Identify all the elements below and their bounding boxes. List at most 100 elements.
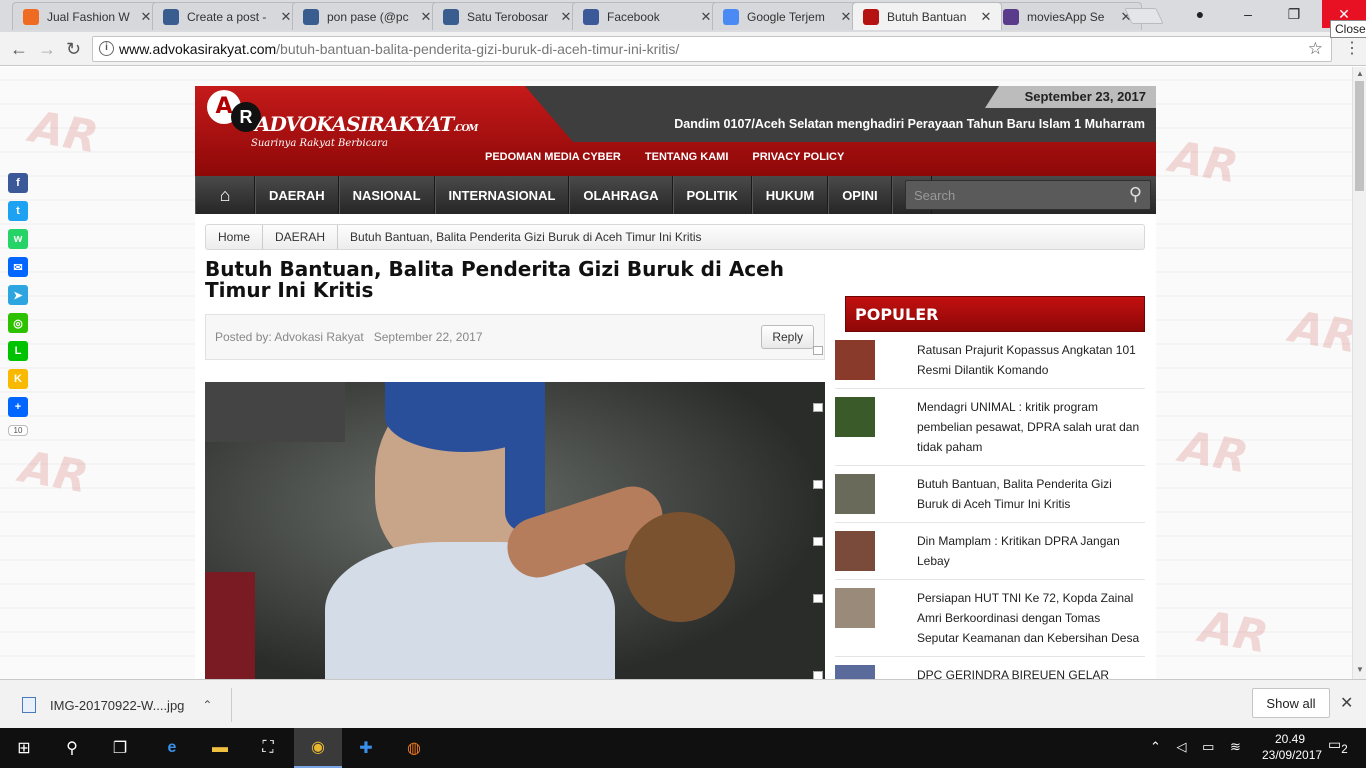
scroll-up-icon[interactable]: ▲ (1356, 69, 1364, 78)
popular-item[interactable]: Butuh Bantuan, Balita Penderita Gizi Bur… (813, 466, 1145, 523)
profile-icon[interactable]: ● (1178, 0, 1222, 28)
browser-tab[interactable]: Butuh Bantuan ✕ (852, 2, 1002, 30)
store-icon[interactable]: ⛶ (244, 728, 292, 768)
top-link[interactable]: PEDOMAN MEDIA CYBER (485, 151, 621, 163)
back-icon[interactable]: ← (10, 39, 28, 60)
twitter-share-icon[interactable]: t (8, 201, 28, 221)
popular-thumbnail[interactable] (835, 340, 875, 380)
popular-item[interactable]: Din Mamplam : Kritikan DPRA Jangan Lebay (813, 523, 1145, 580)
tab-close-icon[interactable]: ✕ (279, 9, 293, 25)
tab-close-icon[interactable]: ✕ (559, 9, 573, 25)
system-tray[interactable]: ⌃ ◁ ▭ ≋ (1150, 739, 1247, 755)
line-share-icon[interactable]: L (8, 341, 28, 361)
telegram-share-icon[interactable]: ➤ (8, 285, 28, 305)
tab-close-icon[interactable]: ✕ (419, 9, 433, 25)
file-explorer-icon[interactable]: ▬ (196, 728, 244, 768)
chrome-icon[interactable]: ◉ (294, 728, 342, 768)
tab-close-icon[interactable]: ✕ (839, 9, 853, 25)
bookmark-star-icon[interactable]: ☆ (1308, 39, 1323, 59)
firefox-icon[interactable]: ◍ (390, 728, 438, 768)
breadcrumb-category[interactable]: DAERAH (263, 225, 339, 249)
browser-tab[interactable]: pon pase (@pc ✕ (292, 2, 442, 30)
tab-close-icon[interactable]: ✕ (979, 9, 993, 25)
popular-item[interactable]: Ratusan Prajurit Kopassus Angkatan 101 R… (813, 332, 1145, 389)
nav-item-internasional[interactable]: INTERNASIONAL (434, 176, 570, 214)
wordpress-icon (303, 8, 319, 25)
popular-thumbnail[interactable] (835, 588, 875, 628)
new-tab-button[interactable] (1124, 8, 1164, 24)
browser-tab[interactable]: Satu Terobosar ✕ (432, 2, 582, 30)
news-ticker[interactable]: Dandim 0107/Aceh Selatan menghadiri Pera… (575, 117, 1145, 131)
tab-close-icon[interactable]: ✕ (139, 9, 153, 25)
reply-button[interactable]: Reply (761, 325, 814, 349)
forward-icon[interactable]: → (38, 39, 56, 60)
minimize-button[interactable]: – (1226, 0, 1270, 28)
browser-tab[interactable]: Create a post - ✕ (152, 2, 302, 30)
download-item[interactable]: IMG-20170922-W....jpg ⌃ (14, 688, 232, 722)
popular-title[interactable]: Mendagri UNIMAL : kritik program pembeli… (917, 397, 1145, 457)
search-icon[interactable]: ⚲ (48, 728, 96, 768)
browser-tab[interactable]: Facebook ✕ (572, 2, 722, 30)
url-host: www.advokasirakyat.com (119, 41, 277, 57)
chevron-up-icon[interactable]: ⌃ (202, 698, 212, 712)
maximize-button[interactable]: ❐ (1272, 0, 1316, 28)
reload-icon[interactable]: ↻ (66, 39, 81, 60)
browser-tab[interactable]: Google Terjem ✕ (712, 2, 862, 30)
popular-item[interactable]: DPC GERINDRA BIREUEN GELAR RAPAT KONSOLI… (813, 657, 1145, 679)
windows-start-icon[interactable]: ⊞ (0, 728, 48, 768)
site-info-icon[interactable]: i (99, 41, 114, 56)
page-scrollbar[interactable]: ▲ ▼ (1352, 67, 1366, 679)
popular-thumbnail[interactable] (835, 397, 875, 437)
popular-title[interactable]: Ratusan Prajurit Kopassus Angkatan 101 R… (917, 340, 1145, 380)
clock[interactable]: 20.49 23/09/2017 (1262, 731, 1322, 763)
site-logo[interactable]: A R ADVOKASIRAKYAT.COM Suarinya Rakyat B… (207, 90, 478, 162)
home-icon[interactable]: ⌂ (195, 176, 255, 214)
email-share-icon[interactable]: ✉ (8, 257, 28, 277)
popular-thumbnail[interactable] (835, 474, 875, 514)
header-date: September 23, 2017 (985, 86, 1156, 108)
nav-item-politik[interactable]: POLITIK (672, 176, 752, 214)
address-bar[interactable]: i www.advokasirakyat.com/butuh-bantuan-b… (92, 36, 1332, 62)
popular-title[interactable]: Din Mamplam : Kritikan DPRA Jangan Lebay (917, 531, 1145, 571)
top-link[interactable]: PRIVACY POLICY (752, 151, 844, 163)
tab-title: Butuh Bantuan (887, 9, 967, 24)
breadcrumb-home[interactable]: Home (206, 225, 264, 249)
article-photo[interactable] (205, 382, 825, 679)
kakao-share-icon[interactable]: K (8, 369, 28, 389)
browser-tab[interactable]: moviesApp Se ✕ (992, 2, 1142, 30)
edge-icon[interactable]: e (148, 728, 196, 768)
notification-icon[interactable]: ▭2 (1328, 736, 1348, 756)
popular-item[interactable]: Mendagri UNIMAL : kritik program pembeli… (813, 389, 1145, 466)
scroll-down-icon[interactable]: ▼ (1356, 665, 1364, 674)
wechat-share-icon[interactable]: ◎ (8, 313, 28, 333)
task-view-icon[interactable]: ❐ (96, 728, 144, 768)
search-input[interactable]: Search ⚲ (905, 180, 1151, 210)
wordpress-icon (443, 8, 459, 25)
nav-item-opini[interactable]: OPINI (828, 176, 892, 214)
whatsapp-share-icon[interactable]: w (8, 229, 28, 249)
popular-title[interactable]: Butuh Bantuan, Balita Penderita Gizi Bur… (917, 474, 1145, 514)
popular-title[interactable]: DPC GERINDRA BIREUEN GELAR RAPAT KONSOLI… (917, 665, 1145, 679)
tab-close-icon[interactable]: ✕ (699, 9, 713, 25)
app-icon[interactable]: ✚ (342, 728, 390, 768)
top-link[interactable]: TENTANG KAMI (645, 151, 729, 163)
nav-item-hukum[interactable]: HUKUM (751, 176, 829, 214)
browser-tab[interactable]: Jual Fashion W ✕ (12, 2, 162, 30)
popular-thumbnail[interactable] (835, 531, 875, 571)
popular-item[interactable]: Persiapan HUT TNI Ke 72, Kopda Zainal Am… (813, 580, 1145, 657)
nav-item-olahraga[interactable]: OLAHRAGA (569, 176, 673, 214)
site-page: September 23, 2017 Dandim 0107/Aceh Sela… (195, 86, 1156, 679)
nav-item-nasional[interactable]: NASIONAL (338, 176, 435, 214)
search-icon[interactable]: ⚲ (1129, 184, 1142, 205)
facebook-share-icon[interactable]: f (8, 173, 28, 193)
close-icon[interactable]: ✕ (1340, 693, 1353, 713)
show-all-button[interactable]: Show all (1252, 688, 1330, 718)
nav-item-daerah[interactable]: DAERAH (255, 176, 339, 214)
chrome-menu-icon[interactable]: ⋮ (1344, 38, 1360, 58)
image-file-icon (22, 697, 36, 713)
popular-title[interactable]: Persiapan HUT TNI Ke 72, Kopda Zainal Am… (917, 588, 1145, 648)
tab-strip: Jual Fashion W ✕ Create a post - ✕ pon pase … (0, 0, 1366, 32)
scroll-thumb[interactable] (1355, 81, 1364, 191)
more-share-icon[interactable]: + (8, 397, 28, 417)
popular-thumbnail[interactable] (835, 665, 875, 679)
